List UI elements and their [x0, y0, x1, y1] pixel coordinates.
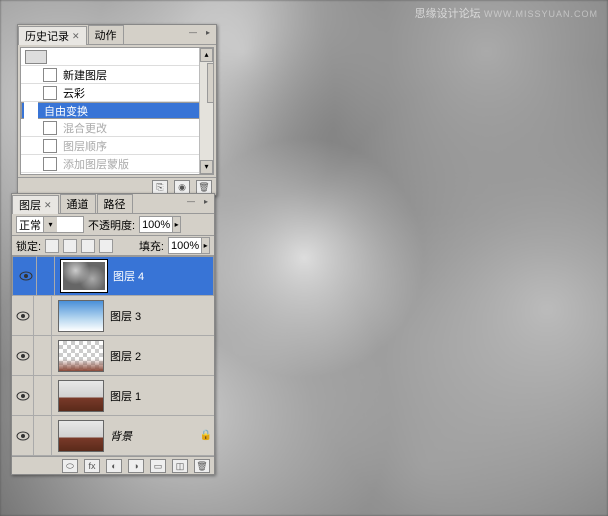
snapshot-thumb-icon: [25, 50, 47, 64]
adjustment-icon[interactable]: ◑: [128, 459, 144, 473]
trash-icon[interactable]: 🗑: [196, 180, 212, 194]
link-cell[interactable]: [34, 416, 52, 456]
visibility-eye-icon[interactable]: [12, 336, 34, 376]
layers-footer: ⬭ fx ◐ ◑ ▭ ◫ 🗑: [12, 456, 214, 474]
history-item[interactable]: 自由变换: [21, 102, 213, 119]
history-snapshot[interactable]: [21, 48, 213, 66]
mask-icon[interactable]: ◐: [106, 459, 122, 473]
minimize-icon[interactable]: —: [185, 196, 197, 206]
lock-icon: 🔒: [198, 430, 214, 441]
lock-all-icon[interactable]: [99, 239, 113, 253]
opacity-input[interactable]: 100% ▸: [139, 216, 181, 233]
blend-mode-value: 正常: [19, 217, 41, 233]
close-icon[interactable]: ✕: [72, 31, 80, 42]
link-cell[interactable]: [34, 296, 52, 336]
visibility-eye-icon[interactable]: [12, 416, 34, 456]
history-tabbar: 历史记录✕动作 — ▸: [18, 25, 216, 45]
layer-options: 正常 ▾ 不透明度: 100% ▸: [12, 214, 214, 236]
fx-icon[interactable]: fx: [84, 459, 100, 473]
history-list: 新建图层云彩自由变换混合更改图层顺序添加图层蒙版 ▴ ▾: [20, 47, 214, 175]
lock-label: 锁定:: [16, 238, 41, 254]
scroll-thumb[interactable]: [207, 63, 214, 103]
step-icon: [43, 157, 57, 171]
layer-row[interactable]: 背景🔒: [12, 416, 214, 456]
watermark-url: WWW.MISSYUAN.COM: [484, 9, 598, 19]
layer-thumb[interactable]: [58, 380, 104, 412]
layer-thumb[interactable]: [58, 340, 104, 372]
step-icon: [43, 121, 57, 135]
tab-历史记录[interactable]: 历史记录✕: [18, 26, 87, 45]
history-item-label: 新建图层: [63, 67, 107, 83]
history-item-label: 添加图层蒙版: [63, 156, 129, 172]
layer-name[interactable]: 图层 4: [113, 268, 211, 284]
snapshot-icon[interactable]: ◉: [174, 180, 190, 194]
step-icon: [43, 139, 57, 153]
link-cell[interactable]: [34, 336, 52, 376]
layer-name[interactable]: 图层 3: [110, 308, 214, 324]
menu-icon[interactable]: ▸: [200, 196, 212, 206]
chevron-right-icon: ▸: [172, 217, 180, 232]
layer-name[interactable]: 图层 1: [110, 388, 214, 404]
history-item[interactable]: 图层顺序: [21, 137, 213, 155]
layer-row[interactable]: 图层 3: [12, 296, 214, 336]
history-item-label: 混合更改: [63, 120, 107, 136]
layer-row[interactable]: 图层 2: [12, 336, 214, 376]
minimize-icon[interactable]: —: [187, 27, 199, 37]
lock-paint-icon[interactable]: [63, 239, 77, 253]
blend-mode-select[interactable]: 正常 ▾: [16, 216, 84, 233]
layers-list: 图层 4 图层 3 图层 2 图层 1 背景🔒: [12, 256, 214, 456]
layer-name[interactable]: 背景: [110, 428, 198, 444]
layer-thumb[interactable]: [58, 300, 104, 332]
layer-thumb[interactable]: [61, 260, 107, 292]
fill-value: 100%: [171, 240, 199, 252]
link-icon[interactable]: ⬭: [62, 459, 78, 473]
layers-tabbar: 图层✕通道路径 — ▸: [12, 194, 214, 214]
scrollbar[interactable]: ▴ ▾: [199, 48, 213, 174]
fill-input[interactable]: 100% ▸: [168, 237, 210, 254]
folder-icon[interactable]: ▭: [150, 459, 166, 473]
new-layer-icon[interactable]: ◫: [172, 459, 188, 473]
layer-thumb[interactable]: [58, 420, 104, 452]
opacity-value: 100%: [142, 219, 170, 231]
watermark-text: 思缘设计论坛: [415, 8, 481, 20]
trash-icon[interactable]: 🗑: [194, 459, 210, 473]
new-doc-icon[interactable]: ⎘: [152, 180, 168, 194]
tab-动作[interactable]: 动作: [88, 25, 124, 44]
step-icon: [43, 68, 57, 82]
watermark: 思缘设计论坛 WWW.MISSYUAN.COM: [415, 5, 598, 21]
layer-row[interactable]: 图层 1: [12, 376, 214, 416]
tab-图层[interactable]: 图层✕: [12, 195, 59, 214]
chevron-right-icon: ▸: [201, 238, 209, 253]
visibility-eye-icon[interactable]: [12, 296, 34, 336]
menu-icon[interactable]: ▸: [202, 27, 214, 37]
tab-路径[interactable]: 路径: [97, 194, 133, 213]
scroll-up-icon[interactable]: ▴: [200, 48, 213, 62]
history-item[interactable]: 混合更改: [21, 119, 213, 137]
chevron-down-icon: ▾: [43, 217, 57, 232]
step-icon: [43, 86, 57, 100]
layers-panel: 图层✕通道路径 — ▸ 正常 ▾ 不透明度: 100% ▸ 锁定: 填充: 10…: [11, 193, 215, 475]
visibility-eye-icon[interactable]: [15, 256, 37, 296]
history-item-label: 云彩: [63, 85, 85, 101]
step-icon: [24, 102, 38, 119]
layer-name[interactable]: 图层 2: [110, 348, 214, 364]
history-item-label: 自由变换: [44, 103, 88, 119]
fill-label: 填充:: [139, 238, 164, 254]
history-item-label: 图层顺序: [63, 138, 107, 154]
close-icon[interactable]: ✕: [44, 200, 52, 211]
layer-row[interactable]: 图层 4: [12, 256, 214, 296]
history-panel: 历史记录✕动作 — ▸ 新建图层云彩自由变换混合更改图层顺序添加图层蒙版 ▴ ▾…: [17, 24, 217, 196]
opacity-label: 不透明度:: [88, 217, 135, 233]
scroll-down-icon[interactable]: ▾: [200, 160, 213, 174]
history-item[interactable]: 云彩: [21, 84, 213, 102]
lock-row: 锁定: 填充: 100% ▸: [12, 236, 214, 256]
link-cell[interactable]: [37, 256, 55, 296]
lock-transparent-icon[interactable]: [45, 239, 59, 253]
history-item[interactable]: 新建图层: [21, 66, 213, 84]
visibility-eye-icon[interactable]: [12, 376, 34, 416]
lock-move-icon[interactable]: [81, 239, 95, 253]
tab-通道[interactable]: 通道: [60, 194, 96, 213]
history-item[interactable]: 添加图层蒙版: [21, 155, 213, 173]
link-cell[interactable]: [34, 376, 52, 416]
